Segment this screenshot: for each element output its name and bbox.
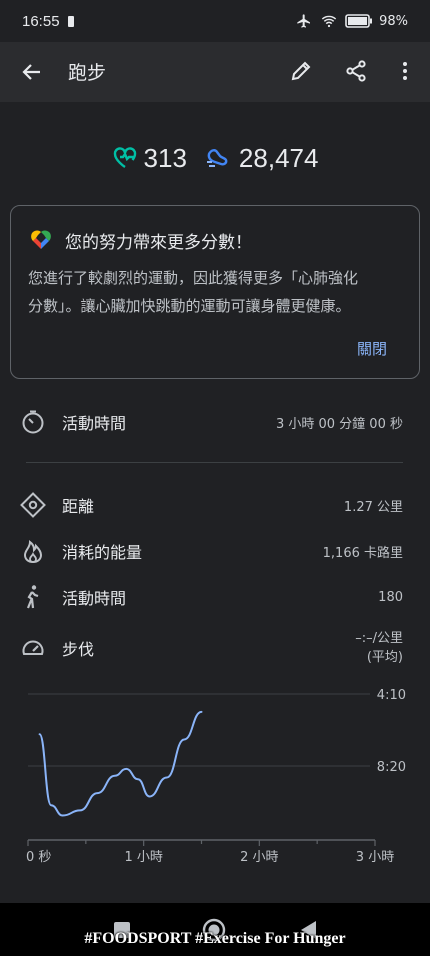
stat-label: 活動時間 — [62, 414, 127, 433]
google-fit-heart-icon — [31, 230, 51, 249]
chart-y-tick-label: 8:20 — [377, 760, 406, 775]
app-bar: 跑步 — [0, 42, 430, 102]
chart-x-tick-label: 1 小時 — [124, 850, 162, 865]
share-icon[interactable] — [344, 59, 368, 83]
score-summary: 313 28,474 — [0, 138, 430, 178]
card-body-line: 您進行了較劇烈的運動，因此獲得更多「心肺強化 — [28, 269, 359, 287]
stat-value: 1,166 卡路里 — [322, 545, 403, 561]
heart-points-icon — [113, 147, 136, 169]
stat-value: 180 — [378, 589, 403, 605]
stat-row-distance: 距離 1.27 公里 — [0, 485, 430, 525]
battery-percent: 98% — [379, 13, 408, 29]
stat-value: 3 小時 00 分鐘 00 秒 — [275, 416, 403, 432]
flame-icon — [23, 540, 43, 564]
wifi-icon — [321, 15, 337, 28]
pace-value: –:–/公里 — [355, 631, 403, 646]
chart-y-tick-label: 4:10 — [377, 688, 406, 703]
pace-average-label: (平均) — [366, 650, 403, 665]
card-body-line: 分數」。讓心臟加快跳動的運動可讓身體更健康。 — [28, 297, 351, 315]
heart-points-info-card: 您的努力帶來更多分數！ 您進行了較劇烈的運動，因此獲得更多「心肺強化 分數」。讓… — [10, 205, 420, 379]
timer-icon — [22, 410, 44, 434]
stat-row-active-time: 活動時間 3 小時 00 分鐘 00 秒 — [0, 402, 430, 442]
status-time: 16:55 — [22, 12, 60, 30]
dismiss-button[interactable]: 關閉 — [357, 338, 387, 359]
speedometer-icon — [22, 640, 44, 655]
stat-label: 距離 — [62, 497, 95, 516]
card-body: 您進行了較劇烈的運動，因此獲得更多「心肺強化 分數」。讓心臟加快跳動的運動可讓身… — [28, 264, 408, 320]
stat-row-move-minutes: 活動時間 180 — [0, 577, 430, 617]
back-arrow-icon[interactable] — [20, 60, 44, 84]
stat-row-calories: 消耗的能量 1,166 卡路里 — [0, 531, 430, 571]
chart-series-line — [38, 710, 203, 817]
watermark-caption: #FOODSPORT #Exercise For Hunger — [84, 930, 346, 947]
page-title: 跑步 — [68, 62, 107, 84]
stat-label: 活動時間 — [62, 589, 127, 608]
chart-x-tick-label: 0 秒 — [26, 850, 51, 865]
chart-x-tick-label: 3 小時 — [356, 850, 394, 865]
sim-card-icon — [67, 15, 74, 27]
airplane-mode-icon — [297, 14, 311, 28]
location-pin-icon — [20, 492, 46, 518]
more-vert-icon[interactable] — [393, 59, 417, 83]
walking-person-icon — [26, 585, 39, 609]
battery-icon — [345, 14, 373, 28]
chart-x-tick-label: 2 小時 — [240, 850, 278, 865]
stat-row-pace: 步伐 –:–/公里 (平均) — [0, 628, 430, 668]
stat-value: –:–/公里 (平均) — [355, 629, 403, 667]
step-count: 28,474 — [205, 142, 319, 174]
heart-points-value: 313 — [143, 142, 187, 173]
steps-value: 28,474 — [238, 142, 319, 173]
card-title: 您的努力帶來更多分數！ — [65, 233, 252, 253]
stat-label: 步伐 — [62, 640, 95, 659]
steps-shoe-icon — [206, 149, 228, 167]
heart-points: 313 — [112, 143, 187, 174]
divider — [26, 462, 403, 463]
status-bar: 16:55 98% — [0, 0, 430, 42]
stat-label: 消耗的能量 — [62, 543, 143, 562]
pace-chart: 4:10 8:20 0 秒 1 小時 2 小時 3 小時 — [26, 688, 406, 865]
edit-pencil-icon[interactable] — [289, 59, 313, 83]
stat-value: 1.27 公里 — [343, 499, 403, 515]
